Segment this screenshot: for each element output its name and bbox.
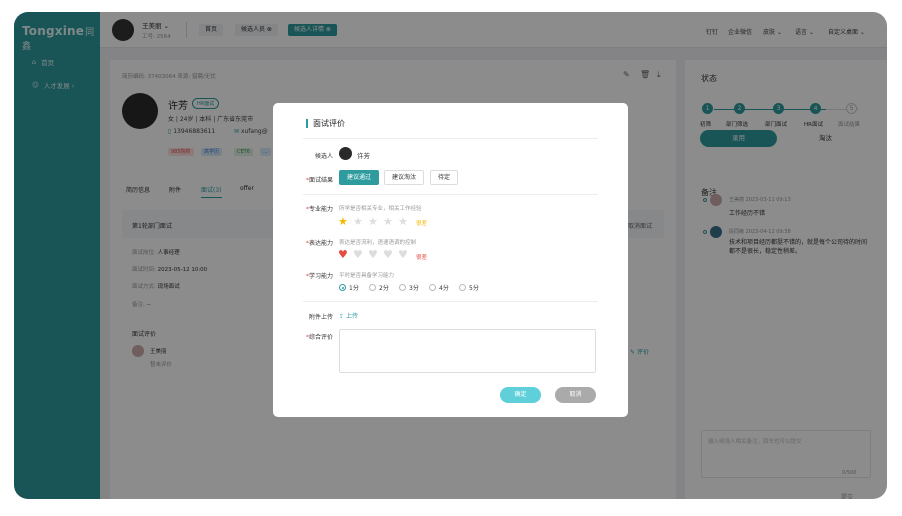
professional-hint: 所学是否相关专业，相关工作经验 bbox=[339, 206, 422, 212]
star-icon[interactable]: ★ bbox=[368, 216, 378, 227]
evaluation-dialog: 面试评价 候选人 许芳 *面试结果 建议通过 建议淘汰 待定 *专业能力 所学是… bbox=[273, 103, 628, 417]
radio-icon bbox=[339, 284, 346, 291]
star-icon[interactable]: ★ bbox=[398, 216, 408, 227]
heart-icon[interactable]: ♥ bbox=[368, 249, 378, 260]
candidate-name: 许芳 bbox=[357, 152, 370, 160]
attachment-label: 附件上传 bbox=[308, 314, 333, 321]
learning-radio-3[interactable]: 3分 bbox=[399, 283, 419, 292]
dialog-title: 面试评价 bbox=[306, 119, 345, 128]
candidate-label: 候选人 bbox=[314, 153, 333, 160]
star-icon[interactable]: ★ bbox=[383, 216, 393, 227]
expression-rating-text: 很差 bbox=[416, 255, 428, 261]
heart-icon[interactable]: ♥ bbox=[353, 249, 363, 260]
expression-label: *表达能力 bbox=[305, 240, 333, 247]
divider bbox=[303, 138, 598, 139]
heart-icon[interactable]: ♥ bbox=[383, 249, 393, 260]
learning-radio-5[interactable]: 5分 bbox=[459, 283, 479, 292]
professional-rating-text: 很差 bbox=[416, 221, 428, 227]
expression-hint: 表达是否流利，语速语调的控制 bbox=[339, 240, 417, 246]
summary-label: *综合评价 bbox=[305, 334, 333, 341]
professional-label: *专业能力 bbox=[305, 206, 333, 213]
candidate-avatar bbox=[339, 147, 352, 160]
divider bbox=[303, 301, 598, 302]
learning-radio-4[interactable]: 4分 bbox=[429, 283, 449, 292]
summary-textarea[interactable] bbox=[339, 329, 596, 373]
learning-radio-2[interactable]: 2分 bbox=[369, 283, 389, 292]
learning-hint: 平时是否具备学习能力 bbox=[339, 273, 395, 279]
result-option-pass[interactable]: 建议通过 bbox=[339, 170, 380, 185]
cancel-button[interactable]: 取消 bbox=[555, 387, 596, 403]
upload-icon: ⇪ bbox=[339, 313, 345, 320]
heart-icon[interactable]: ♥ bbox=[338, 249, 348, 260]
result-option-reject[interactable]: 建议淘汰 bbox=[384, 170, 425, 185]
radio-icon bbox=[369, 284, 376, 291]
learning-label: *学习能力 bbox=[305, 273, 333, 280]
confirm-button[interactable]: 确定 bbox=[500, 387, 541, 403]
radio-icon bbox=[399, 284, 406, 291]
upload-button[interactable]: ⇪ 上传 bbox=[339, 311, 358, 320]
star-icon[interactable]: ★ bbox=[353, 216, 363, 227]
star-icon[interactable]: ★ bbox=[338, 216, 348, 227]
divider bbox=[303, 194, 598, 195]
heart-icon[interactable]: ♥ bbox=[398, 249, 408, 260]
learning-radio-1[interactable]: 1分 bbox=[339, 283, 359, 292]
result-option-pending[interactable]: 待定 bbox=[430, 170, 459, 185]
radio-icon bbox=[459, 284, 466, 291]
result-label: *面试结果 bbox=[305, 177, 333, 184]
radio-icon bbox=[429, 284, 436, 291]
